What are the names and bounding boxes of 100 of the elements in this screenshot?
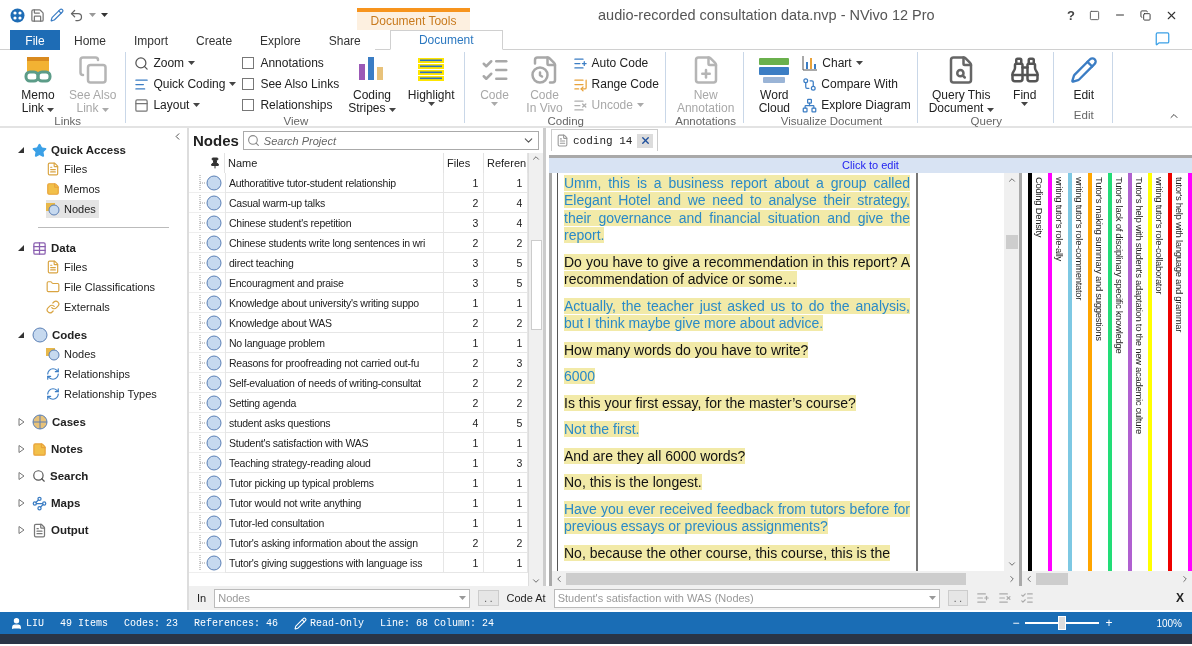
nav-item[interactable]: Files	[46, 160, 91, 178]
zoom-out-button[interactable]: −	[1012, 616, 1020, 630]
transcript-paragraph: And are they all 6000 words?	[564, 447, 747, 465]
nav-item[interactable]: Nodes	[46, 200, 99, 218]
restore-icon[interactable]	[1140, 9, 1151, 21]
nav-item[interactable]: Relationships	[46, 365, 134, 383]
ribbon-button[interactable]: Range Code	[572, 74, 659, 94]
nav-section[interactable]: Cases	[52, 416, 86, 428]
undo-icon[interactable]	[69, 7, 84, 23]
app-icon[interactable]	[10, 7, 25, 23]
document-icon	[556, 134, 569, 148]
ribbon-button[interactable]: Zoom	[134, 53, 237, 73]
stripe-label: writing tutor's role-ally	[1055, 175, 1065, 261]
field-label: In	[197, 592, 207, 604]
search-field[interactable]: Search Project	[242, 131, 539, 150]
group-label: View	[282, 115, 310, 127]
zoom-in-button[interactable]: +	[1105, 616, 1113, 630]
scroll-right-icon[interactable]	[1180, 573, 1190, 584]
collapsed-icon[interactable]	[18, 499, 25, 507]
files-icon	[46, 260, 60, 274]
scroll-up-icon[interactable]	[531, 153, 541, 163]
nodes-icon	[46, 202, 60, 216]
scroll-thumb[interactable]	[1005, 234, 1018, 249]
node-icon	[199, 214, 223, 231]
nav-section[interactable]: Search	[50, 470, 89, 482]
expanded-icon[interactable]	[18, 331, 25, 339]
save-icon[interactable]	[30, 7, 45, 23]
ribbon-button[interactable]: Quick Coding	[134, 74, 237, 94]
ribbon-button[interactable]: Memo Link	[16, 52, 60, 115]
scrollbar[interactable]	[1022, 571, 1192, 586]
scroll-down-icon[interactable]	[1006, 559, 1017, 569]
ribbon-display-icon[interactable]	[1089, 9, 1100, 21]
ribbon-button[interactable]: Highlight	[404, 52, 458, 115]
expanded-icon[interactable]	[18, 146, 25, 154]
scrollbar[interactable]	[1004, 172, 1019, 571]
nav-section[interactable]: Quick Access	[51, 144, 126, 156]
close-button[interactable]: X	[1176, 591, 1184, 605]
browse-button[interactable]: . .	[947, 590, 968, 606]
scroll-right-icon[interactable]	[1007, 573, 1017, 584]
ribbon-tab[interactable]: File	[10, 30, 60, 50]
ribbon-button[interactable]: Compare With	[802, 74, 911, 94]
checkbox[interactable]	[242, 57, 255, 69]
code-icon[interactable]	[976, 591, 990, 605]
ribbon-button[interactable]: Word Cloud	[752, 52, 797, 115]
transcript-paragraph: Actually, the teacher just asked us to do the analysis, but I think maybe give more about advice.	[564, 297, 910, 333]
checkbox[interactable]	[242, 78, 255, 90]
expanded-icon[interactable]	[18, 244, 25, 252]
scroll-thumb[interactable]	[566, 572, 966, 585]
list-icon[interactable]	[1020, 591, 1034, 605]
pencil-icon[interactable]	[50, 8, 64, 22]
table-cell: Tutor would not write anything	[225, 493, 444, 513]
nav-section[interactable]: Maps	[51, 497, 81, 509]
uncode-icon[interactable]	[998, 591, 1012, 605]
nav-section[interactable]: Notes	[51, 443, 83, 455]
comment-icon[interactable]	[1155, 31, 1170, 46]
scroll-left-icon[interactable]	[554, 573, 564, 584]
files-icon	[46, 162, 60, 176]
nav-item[interactable]: Relationship Types	[46, 385, 160, 403]
nav-item[interactable]: Files	[46, 258, 91, 276]
ribbon-button[interactable]: Find	[1002, 52, 1047, 115]
nav-item[interactable]: Externals	[46, 298, 113, 316]
table-cell: 1	[444, 473, 484, 493]
help-button[interactable]: ?	[1067, 7, 1075, 23]
ribbon-button[interactable]: Coding Stripes	[345, 52, 399, 115]
click-to-edit-link[interactable]: Click to edit	[842, 159, 899, 172]
ribbon-tab[interactable]: Document	[389, 30, 503, 50]
stripe-label: Tutor's lack of disciplinary specific knowledge	[1115, 175, 1125, 353]
nav-item[interactable]: Memos	[46, 180, 104, 198]
browse-button[interactable]: . .	[478, 590, 499, 606]
list-icon	[572, 76, 588, 92]
ribbon-button[interactable]: Chart	[802, 53, 911, 73]
collapsed-icon[interactable]	[18, 418, 25, 426]
scrollbar[interactable]	[528, 153, 543, 586]
ribbon-button[interactable]: Layout	[134, 95, 237, 115]
nav-item[interactable]: File Classifications	[46, 278, 159, 296]
collapsed-icon[interactable]	[18, 472, 25, 480]
scroll-thumb[interactable]	[530, 239, 542, 330]
scroll-left-icon[interactable]	[1024, 573, 1034, 584]
checkbox[interactable]	[242, 99, 255, 111]
nav-section[interactable]: Output	[51, 524, 89, 536]
pin-icon[interactable]	[209, 157, 221, 169]
column-header[interactable]: Files	[444, 153, 484, 173]
folder-icon	[46, 280, 60, 294]
node-icon	[199, 454, 223, 471]
scroll-down-icon[interactable]	[531, 576, 541, 586]
zoom-slider-thumb[interactable]	[1058, 616, 1067, 630]
pencil-icon	[294, 616, 308, 630]
ribbon-button[interactable]: Explore Diagram	[802, 95, 911, 115]
scrollbar[interactable]	[552, 571, 1019, 586]
nav-section[interactable]: Codes	[52, 329, 88, 341]
ribbon-button[interactable]: Auto Code	[572, 53, 659, 73]
nav-section[interactable]: Data	[51, 242, 76, 254]
collapsed-icon[interactable]	[18, 526, 25, 534]
open-item-tab[interactable]: coding 14	[551, 129, 658, 152]
ribbon-button[interactable]: Edit	[1061, 52, 1106, 109]
column-header[interactable]: Name	[225, 153, 444, 173]
ribbon-button[interactable]: Query This Document	[925, 52, 997, 115]
collapsed-icon[interactable]	[18, 445, 25, 453]
nav-item[interactable]: Nodes	[46, 345, 99, 363]
scroll-thumb[interactable]	[1036, 572, 1068, 585]
